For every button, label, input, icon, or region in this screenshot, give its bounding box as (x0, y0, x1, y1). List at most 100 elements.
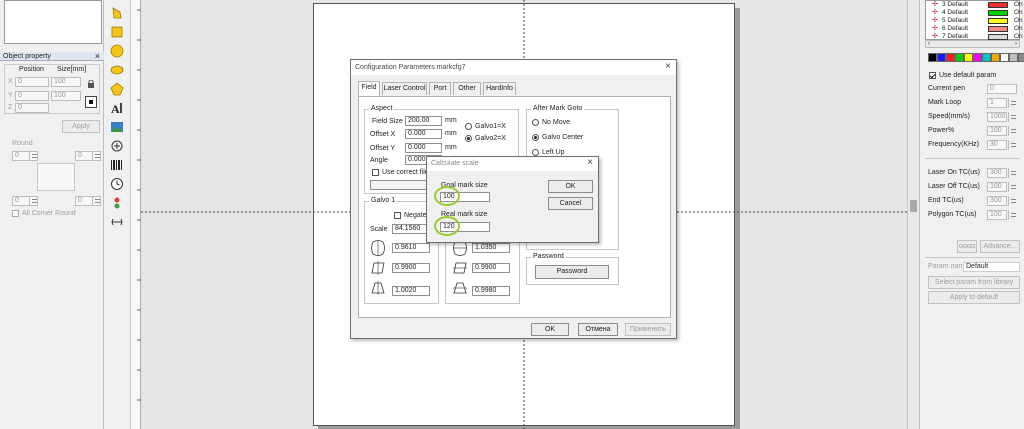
text-tool-icon[interactable]: A (110, 101, 124, 116)
round-spinner-4[interactable] (92, 196, 101, 206)
palette-color-swatch[interactable] (1018, 53, 1024, 62)
gray-param-button[interactable]: αααα (957, 240, 977, 253)
galvo2-trapezoid-input[interactable]: 0.9980 (472, 286, 510, 296)
layer-color-swatch[interactable] (988, 10, 1008, 16)
tab-port[interactable]: Port (429, 82, 451, 95)
use-default-param-checkbox[interactable] (929, 72, 936, 79)
scroll-left-icon[interactable]: ‹ (928, 41, 930, 47)
tab-field[interactable]: Field (358, 81, 380, 96)
palette-color-swatch[interactable] (955, 53, 964, 62)
ok-button[interactable]: OK (531, 323, 569, 336)
speed-field[interactable]: 1000 (987, 112, 1007, 122)
password-button[interactable]: Password (535, 265, 609, 279)
x-position-field[interactable]: 0 (15, 77, 49, 87)
cancel-button[interactable]: Отмена (578, 323, 618, 336)
offset-x-input[interactable]: 0.000 (405, 129, 442, 139)
galvo-center-radio[interactable] (532, 134, 539, 141)
all-corner-round-checkbox[interactable] (12, 210, 19, 217)
close-icon[interactable]: × (587, 158, 593, 168)
apply-button[interactable]: Apply (62, 120, 100, 133)
offset-y-input[interactable]: 0.000 (405, 143, 442, 153)
layer-state[interactable]: On (1014, 25, 1023, 33)
output-port-tool-icon[interactable] (110, 215, 124, 229)
laser-off-tc-field[interactable]: 100 (987, 182, 1007, 192)
power-spinner[interactable] (1008, 126, 1017, 136)
galvo2-parallel-input[interactable]: 0.9900 (472, 263, 510, 273)
apply-button[interactable]: Применить (625, 323, 671, 336)
galvo1-barrel-input[interactable]: 0.9610 (392, 243, 430, 253)
palette-color-swatch[interactable] (973, 53, 982, 62)
palette-color-swatch[interactable] (964, 53, 973, 62)
end-tc-field[interactable]: 300 (987, 196, 1007, 206)
bitmap-tool-icon[interactable] (110, 120, 124, 134)
galvo1-x-radio[interactable] (465, 123, 472, 130)
height-field[interactable]: 100 (51, 91, 81, 101)
layer-state[interactable]: On (1014, 9, 1023, 17)
vector-file-tool-icon[interactable] (110, 139, 124, 153)
galvo2-x-radio[interactable] (465, 135, 472, 142)
palette-color-swatch[interactable] (1009, 53, 1018, 62)
mark-loop-field[interactable]: 1 (987, 98, 1007, 108)
galvo1-trapezoid-input[interactable]: 1.0020 (392, 286, 430, 296)
advance-button[interactable]: Advance... (980, 240, 1020, 253)
laser-off-tc-spinner[interactable] (1008, 182, 1017, 192)
palette-color-swatch[interactable] (937, 53, 946, 62)
round-spinner-2[interactable] (92, 151, 101, 161)
rectangle-tool-icon[interactable] (110, 25, 124, 39)
round-spinner-1[interactable] (29, 151, 38, 161)
ellipse-tool-icon[interactable] (110, 63, 124, 77)
polygon-tc-spinner[interactable] (1008, 210, 1017, 220)
end-tc-spinner[interactable] (1008, 196, 1017, 206)
no-move-radio[interactable] (532, 119, 539, 126)
polygon-tool-icon[interactable] (110, 82, 124, 96)
power-field[interactable]: 100 (987, 126, 1007, 136)
timer-tool-icon[interactable] (110, 177, 124, 191)
use-correct-file-checkbox[interactable] (372, 169, 379, 176)
laser-on-tc-field[interactable]: 300 (987, 168, 1007, 178)
palette-color-swatch[interactable] (928, 53, 937, 62)
layer-state[interactable]: On (1014, 1, 1023, 9)
galvo2-barrel-input[interactable]: 1.0350 (472, 243, 510, 253)
param-name-field[interactable]: Default (963, 262, 1020, 272)
input-port-tool-icon[interactable] (110, 196, 124, 210)
layer-row[interactable]: ✢ 5 Default On (932, 17, 1023, 25)
layer-color-swatch[interactable] (988, 2, 1008, 8)
apply-to-default-button[interactable]: Apply to default (928, 291, 1020, 304)
scale-cancel-button[interactable]: Cancel (548, 197, 593, 210)
speed-spinner[interactable] (1008, 112, 1017, 122)
layer-state[interactable]: On (1014, 17, 1023, 25)
object-list-box[interactable] (4, 0, 102, 44)
layer-color-swatch[interactable] (988, 18, 1008, 24)
barcode-tool-icon[interactable] (110, 158, 124, 172)
layer-list[interactable]: ✢ 3 Default On ✢ 4 Default On ✢ 5 Defaul… (925, 0, 1023, 40)
layer-hscroll[interactable]: ‹ › (925, 40, 1020, 48)
polygon-tc-field[interactable]: 100 (987, 210, 1007, 220)
scale-ok-button[interactable]: OK (548, 180, 593, 193)
field-size-input[interactable]: 200.00 (405, 116, 442, 126)
laser-on-tc-spinner[interactable] (1008, 168, 1017, 178)
y-position-field[interactable]: 0 (15, 91, 49, 101)
palette-color-swatch[interactable] (1000, 53, 1009, 62)
left-up-radio[interactable] (532, 149, 539, 156)
canvas-scrollbar[interactable] (907, 0, 919, 429)
layer-color-swatch[interactable] (988, 26, 1008, 32)
layer-row[interactable]: ✢ 6 Default On (932, 25, 1023, 33)
width-field[interactable]: 100 (51, 77, 81, 87)
palette-color-swatch[interactable] (946, 53, 955, 62)
negate-checkbox[interactable] (394, 212, 401, 219)
layer-row[interactable]: ✢ 3 Default On (932, 1, 1023, 9)
lock-icon[interactable] (87, 79, 95, 88)
tab-other[interactable]: Other (453, 82, 481, 95)
galvo1-parallel-input[interactable]: 0.9900 (392, 263, 430, 273)
layer-row[interactable]: ✢ 4 Default On (932, 9, 1023, 17)
tab-hardinfo[interactable]: HardInfo (483, 82, 516, 95)
tab-laser-control[interactable]: Laser Control (382, 82, 427, 95)
scrollbar-thumb[interactable] (910, 200, 917, 212)
close-icon[interactable]: × (665, 62, 671, 72)
palette-color-swatch[interactable] (982, 53, 991, 62)
anchor-point-icon[interactable] (85, 96, 97, 108)
mark-loop-spinner[interactable] (1008, 98, 1017, 108)
frequency-spinner[interactable] (1008, 140, 1017, 150)
frequency-field[interactable]: 30 (987, 140, 1007, 150)
select-param-library-button[interactable]: Select param from library (928, 276, 1020, 289)
